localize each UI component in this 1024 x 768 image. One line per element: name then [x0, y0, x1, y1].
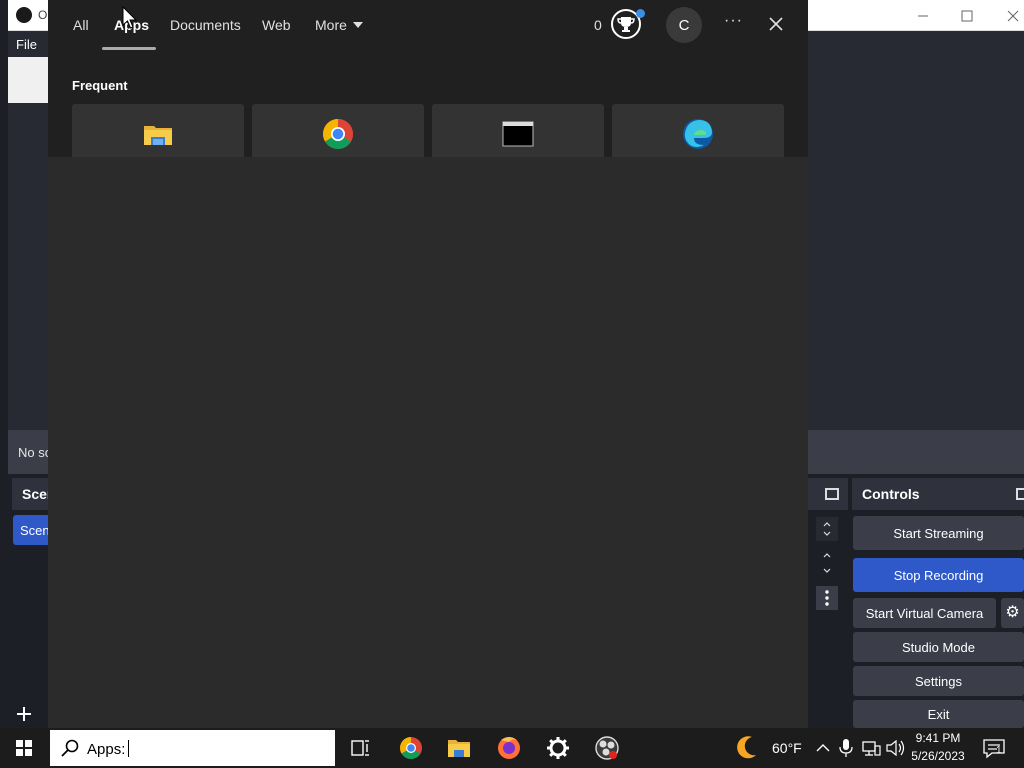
add-scene-button[interactable]: [16, 706, 36, 726]
close-window-button[interactable]: [990, 0, 1024, 31]
obs-left-panel: [8, 57, 48, 103]
minimize-icon: [918, 15, 928, 16]
frequent-heading: Frequent: [72, 78, 128, 93]
mixer-dock-header: [808, 478, 848, 510]
frequent-app-command-prompt[interactable]: [432, 104, 604, 157]
taskbar: Apps: 60°F 9:41 PM 5/26/2023 1: [0, 728, 1024, 768]
weather-widget[interactable]: [728, 728, 768, 768]
clock-time[interactable]: 9:41 PM: [906, 731, 970, 745]
taskbar-task-view[interactable]: [336, 728, 384, 768]
mouse-cursor-icon: [122, 6, 138, 29]
file-explorer-icon: [144, 126, 172, 145]
gear-icon: ⚙: [1005, 604, 1020, 621]
maximize-icon: [961, 10, 973, 21]
volume-tray[interactable]: [884, 728, 906, 768]
maximize-button[interactable]: [944, 0, 990, 31]
taskbar-file-explorer[interactable]: [435, 728, 483, 768]
updown-icon: [823, 522, 831, 536]
stop-recording-button[interactable]: Stop Recording: [853, 558, 1024, 592]
exit-button[interactable]: Exit: [853, 700, 1024, 728]
chevron-down-icon: [352, 22, 363, 28]
minimize-button[interactable]: [900, 0, 946, 31]
chrome-icon: [322, 119, 354, 150]
tab-documents[interactable]: Documents: [170, 17, 241, 33]
more-options-button[interactable]: ···: [724, 12, 743, 30]
microphone-icon: [839, 739, 853, 757]
taskbar-firefox[interactable]: [485, 728, 533, 768]
notification-dot: [636, 9, 645, 18]
text-caret: [128, 740, 130, 757]
close-icon: [1007, 10, 1019, 21]
updown-icon: [823, 553, 831, 573]
search-input[interactable]: Apps:: [87, 740, 130, 758]
frequent-app-chrome[interactable]: [252, 104, 424, 157]
settings-button[interactable]: Settings: [853, 666, 1024, 696]
vertical-dots-icon: [825, 590, 829, 606]
taskbar-chrome[interactable]: [387, 728, 435, 768]
virtual-camera-settings-button[interactable]: ⚙: [1001, 598, 1024, 628]
tab-all[interactable]: All: [73, 17, 89, 33]
obs-logo-icon: [16, 7, 32, 23]
network-tray[interactable]: [860, 728, 882, 768]
tab-more-label: More: [315, 17, 347, 33]
float-dock-icon[interactable]: [1016, 488, 1024, 500]
file-explorer-icon: [448, 740, 470, 757]
menu-file[interactable]: File: [16, 37, 37, 52]
search-flyout: All Apps Documents Web More 0 C ··· Freq…: [48, 0, 808, 728]
taskbar-obs[interactable]: [583, 728, 631, 768]
show-hidden-icons-button[interactable]: [812, 728, 834, 768]
chrome-icon: [400, 737, 422, 759]
search-icon: [61, 739, 79, 757]
scenes-dock-header: Scen: [12, 478, 55, 510]
rewards-points: 0: [594, 17, 602, 33]
spin-updown-button[interactable]: [816, 517, 838, 541]
edge-icon: [683, 119, 713, 149]
tab-web[interactable]: Web: [262, 17, 291, 33]
windows-logo-icon: [16, 740, 32, 756]
weather-temperature[interactable]: 60°F: [772, 740, 802, 756]
start-virtual-camera-button[interactable]: Start Virtual Camera: [853, 598, 996, 628]
microphone-tray[interactable]: [836, 728, 856, 768]
float-dock-icon[interactable]: [825, 488, 839, 500]
controls-dock-header: Controls: [852, 478, 1024, 510]
tab-more[interactable]: More: [315, 17, 363, 33]
command-prompt-icon: [502, 121, 534, 147]
obs-window-title: O: [38, 8, 48, 22]
start-button[interactable]: [0, 728, 48, 768]
taskbar-search-box[interactable]: Apps:: [50, 730, 335, 766]
scene-item-label: Scen: [20, 523, 50, 538]
plus-icon: [17, 707, 31, 721]
obs-icon: [595, 736, 619, 760]
clock-date[interactable]: 5/26/2023: [906, 749, 970, 763]
selected-tab-indicator: [102, 47, 156, 50]
notification-count: 1: [996, 745, 1002, 756]
search-flyout-header: All Apps Documents Web More 0 C ··· Freq…: [48, 0, 808, 157]
task-view-icon: [351, 740, 369, 756]
chevron-up-icon: [816, 744, 830, 752]
studio-mode-button[interactable]: Studio Mode: [853, 632, 1024, 662]
firefox-icon: [498, 737, 520, 759]
trophy-icon: [617, 17, 635, 32]
account-avatar[interactable]: C: [666, 7, 702, 43]
no-source-label: No so: [18, 445, 52, 460]
gear-icon: [547, 737, 569, 759]
scroll-updown-button[interactable]: [816, 550, 838, 580]
frequent-app-file-explorer[interactable]: [72, 104, 244, 157]
taskbar-settings[interactable]: [534, 728, 582, 768]
controls-title: Controls: [862, 486, 920, 502]
search-input-value: Apps:: [87, 741, 126, 758]
close-flyout-button[interactable]: [764, 12, 788, 36]
volume-icon: [886, 739, 905, 757]
network-icon: [862, 741, 881, 756]
frequent-app-edge[interactable]: [612, 104, 784, 157]
audio-menu-button[interactable]: [816, 586, 838, 610]
start-streaming-button[interactable]: Start Streaming: [853, 516, 1024, 550]
scene-list-item[interactable]: Scen: [13, 515, 53, 545]
moon-icon: [737, 736, 756, 759]
close-icon: [769, 17, 783, 31]
